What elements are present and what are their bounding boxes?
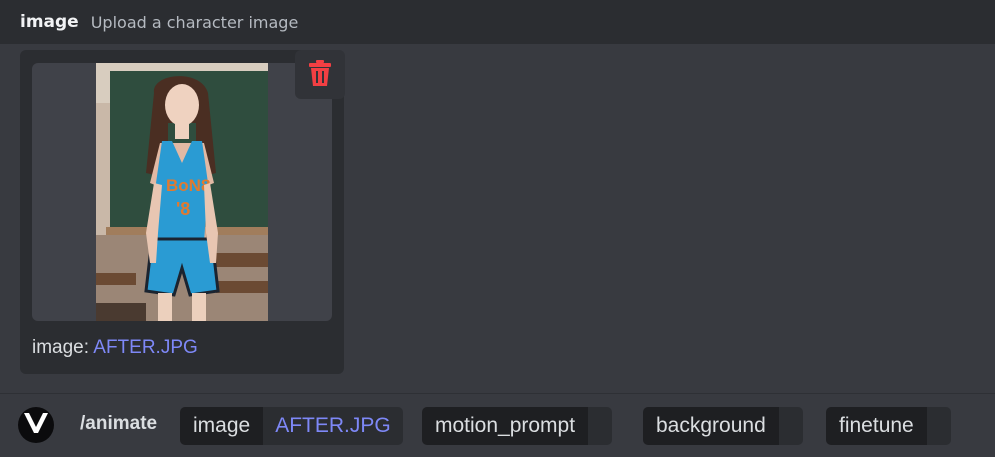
bot-avatar[interactable]	[18, 407, 54, 443]
svg-text:BoN8: BoN8	[166, 176, 210, 195]
attachment-label: image: AFTER.JPG	[32, 337, 198, 359]
option-value[interactable]	[778, 407, 803, 445]
image-preview[interactable]: BoN8 '8	[32, 63, 332, 321]
trash-icon	[309, 59, 331, 90]
command-name: /animate	[80, 413, 158, 434]
option-pill-finetune[interactable]: finetune	[826, 407, 951, 445]
option-pill-motion-prompt[interactable]: motion_prompt	[422, 407, 613, 445]
option-key: motion_prompt	[422, 407, 589, 445]
option-key: image	[180, 407, 264, 445]
v-logo-icon	[24, 413, 48, 437]
attachment-filename[interactable]: AFTER.JPG	[93, 337, 198, 358]
option-pill-background[interactable]: background	[643, 407, 803, 445]
option-key: background	[643, 407, 779, 445]
option-name: image	[20, 12, 79, 32]
svg-text:'8: '8	[176, 199, 190, 219]
option-header: image Upload a character image	[0, 0, 995, 44]
delete-attachment-button[interactable]	[295, 50, 345, 99]
attachment-option-label: image:	[32, 337, 90, 358]
option-pill-image[interactable]: image AFTER.JPG	[180, 407, 403, 445]
character-photo: BoN8 '8	[96, 63, 268, 321]
attachment-card: BoN8 '8 image: AFTER.JPG	[20, 50, 345, 374]
option-description: Upload a character image	[90, 12, 299, 32]
command-bar: /animate image AFTER.JPG motion_prompt b…	[0, 394, 995, 457]
option-key: finetune	[826, 407, 927, 445]
option-value[interactable]	[588, 407, 613, 445]
option-value[interactable]	[926, 407, 951, 445]
option-value[interactable]: AFTER.JPG	[263, 407, 403, 445]
